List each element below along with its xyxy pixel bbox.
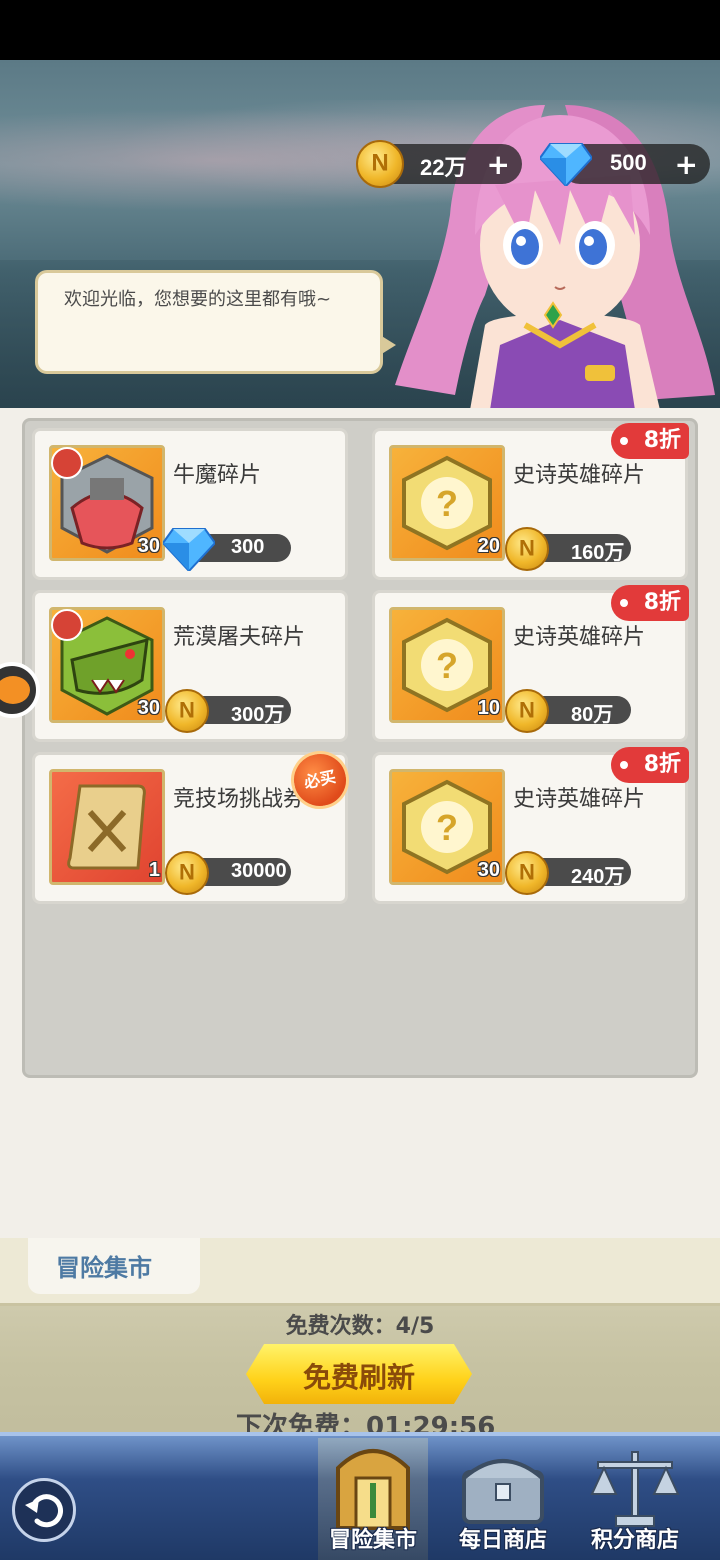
back-button[interactable] [12, 1478, 76, 1542]
gold-coin-icon [165, 851, 209, 895]
item-name: 史诗英雄碎片 [513, 787, 646, 812]
discount-badge: 8折 [611, 585, 689, 621]
gem-amount: 500 [610, 150, 647, 175]
item-thumbnail: ? 20 [389, 445, 505, 561]
npc-greeting-text: 欢迎光临，您想要的这里都有哦~ [64, 289, 332, 310]
shop-item[interactable]: ? 10 史诗英雄碎片 80万 8折 [372, 585, 689, 742]
discount-badge: 8折 [611, 423, 689, 459]
item-quantity: 30 [137, 535, 160, 557]
nav-points-shop[interactable]: 积分商店 [580, 1438, 690, 1560]
npc-speech-bubble: 欢迎光临，您想要的这里都有哦~ [35, 270, 396, 374]
item-price: 300 [231, 536, 265, 558]
svg-text:?: ? [436, 807, 458, 848]
item-thumbnail: ? 10 [389, 607, 505, 723]
item-price: 30000 [231, 860, 287, 882]
shop-item[interactable]: ? 20 史诗英雄碎片 160万 8折 [372, 423, 689, 580]
item-quantity: 30 [137, 697, 160, 719]
item-quantity: 20 [477, 535, 500, 557]
svg-text:?: ? [436, 645, 458, 686]
arena-ticket-scroll-icon [67, 784, 146, 870]
faction-icon [51, 447, 83, 479]
gold-coin-icon [505, 851, 549, 895]
nav-label: 积分商店 [590, 1528, 679, 1553]
shop-item[interactable]: ? 30 史诗英雄碎片 240万 8折 [372, 747, 689, 904]
pet-face-icon [0, 676, 30, 704]
item-name: 荒漠屠夫碎片 [173, 625, 306, 650]
item-name: 竞技场挑战券 [173, 787, 306, 812]
add-gem-button[interactable]: + [675, 148, 698, 181]
back-arrow-icon [25, 1494, 63, 1528]
faction-icon [51, 609, 83, 641]
shop-item[interactable]: 30 牛魔碎片 300 [32, 428, 348, 580]
nav-daily-shop[interactable]: 每日商店 [448, 1438, 558, 1560]
free-refresh-label: 免费刷新 [302, 1361, 415, 1394]
item-price: 240万 [571, 866, 625, 888]
shop-item[interactable]: 30 荒漠屠夫碎片 300万 [32, 590, 348, 742]
scales-icon [590, 1451, 680, 1527]
gold-coin-icon [505, 689, 549, 733]
free-refresh-count: 免费次数：4/5 [285, 1314, 435, 1339]
nav-adventure-market[interactable]: 冒险集市 [318, 1438, 428, 1560]
item-quantity: 1 [148, 859, 160, 881]
status-bar [0, 0, 720, 60]
nav-label: 冒险集市 [328, 1528, 417, 1553]
diamond-icon [540, 143, 592, 186]
diamond-icon [163, 528, 215, 571]
section-tab: 冒险集市 [28, 1238, 200, 1294]
item-name: 史诗英雄碎片 [513, 625, 646, 650]
gold-coin-icon [505, 527, 549, 571]
nav-label: 每日商店 [458, 1528, 547, 1553]
gold-amount: 22万 [420, 155, 467, 180]
add-gold-button[interactable]: + [487, 148, 510, 181]
shop-item[interactable]: 1 竞技场挑战券 30000 必买 [32, 745, 355, 904]
item-quantity: 10 [477, 697, 500, 719]
discount-badge: 8折 [611, 747, 689, 783]
item-price: 160万 [571, 542, 625, 564]
item-quantity: 30 [477, 859, 500, 881]
item-price: 80万 [571, 704, 614, 726]
free-refresh-button[interactable]: 免费刷新 [246, 1344, 472, 1404]
section-title: 冒险集市 [56, 1254, 152, 1282]
item-thumbnail: ? 30 [389, 769, 505, 885]
item-name: 牛魔碎片 [173, 463, 262, 488]
gold-coin-icon [356, 140, 404, 188]
svg-text:?: ? [436, 483, 458, 524]
item-thumbnail: 1 [49, 769, 165, 885]
market-gate-icon [336, 1449, 410, 1530]
item-price: 300万 [231, 704, 285, 726]
treasure-chest-icon [462, 1459, 544, 1524]
item-name: 史诗英雄碎片 [513, 463, 646, 488]
gold-coin-icon [165, 689, 209, 733]
